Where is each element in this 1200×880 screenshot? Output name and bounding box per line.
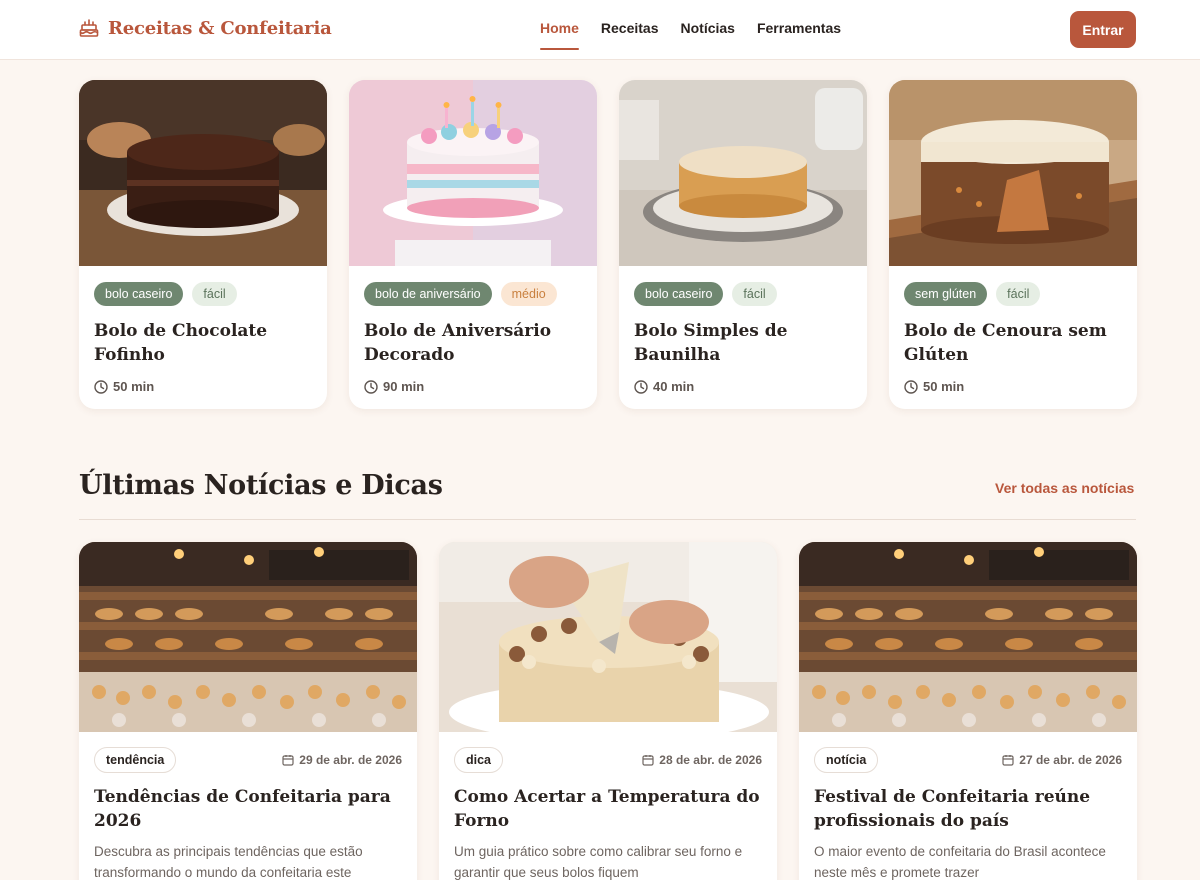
carrot-cake-image <box>889 80 1137 266</box>
chocolate-cake-image <box>79 80 327 266</box>
vanilla-cake-image <box>619 80 867 266</box>
news-card[interactable]: notícia 27 de abr. de 2026 Festival de C… <box>799 542 1137 880</box>
recipe-time: 50 min <box>904 379 1122 394</box>
recipe-time-value: 50 min <box>923 379 965 394</box>
difficulty-tag[interactable]: médio <box>500 282 557 306</box>
news-card[interactable]: tendência 29 de abr. de 2026 Tendências … <box>79 542 417 880</box>
recipe-title[interactable]: Bolo de Chocolate Fofinho <box>94 319 312 367</box>
clock-icon <box>364 379 378 394</box>
recipe-card[interactable]: bolo caseiro fácil Bolo de Chocolate Fof… <box>79 80 327 409</box>
bakery-shop-image <box>79 542 417 732</box>
news-date-value: 27 de abr. de 2026 <box>1019 753 1122 767</box>
recipe-time: 50 min <box>94 379 312 394</box>
brand-name: Receitas & Confeitaria <box>108 17 332 39</box>
news-excerpt: Um guia prático sobre como calibrar seu … <box>454 844 743 880</box>
calendar-icon <box>642 755 654 766</box>
difficulty-tag[interactable]: fácil <box>192 282 237 306</box>
news-title[interactable]: Tendências de Confeitaria para 2026 <box>94 785 402 833</box>
recipe-time-value: 40 min <box>653 379 695 394</box>
nav-item-receitas[interactable]: Receitas <box>601 20 659 44</box>
main-nav: Home Receitas Notícias Ferramentas <box>540 20 841 50</box>
recipe-grid: bolo caseiro fácil Bolo de Chocolate Fof… <box>79 80 1137 409</box>
cake-icon <box>79 19 99 37</box>
news-title[interactable]: Festival de Confeitaria reúne profission… <box>814 785 1122 833</box>
recipe-time-value: 90 min <box>383 379 425 394</box>
recipe-time: 90 min <box>364 379 582 394</box>
section-divider <box>79 519 1136 520</box>
recipe-card[interactable]: bolo de aniversário médio Bolo de Aniver… <box>349 80 597 409</box>
news-excerpt: O maior evento de confeitaria do Brasil … <box>814 844 1106 880</box>
calendar-icon <box>1002 755 1014 766</box>
news-date: 27 de abr. de 2026 <box>1002 753 1122 767</box>
login-button[interactable]: Entrar <box>1070 11 1136 48</box>
news-date-value: 29 de abr. de 2026 <box>299 753 402 767</box>
recipe-title[interactable]: Bolo Simples de Baunilha <box>634 319 852 367</box>
see-all-news-link[interactable]: Ver todas as notícias <box>995 480 1134 496</box>
recipe-title[interactable]: Bolo de Aniversário Decorado <box>364 319 582 367</box>
recipe-tag[interactable]: bolo de aniversário <box>364 282 492 306</box>
recipe-time: 40 min <box>634 379 852 394</box>
news-section-title: Últimas Notícias e Dicas <box>79 470 443 501</box>
recipe-tag[interactable]: sem glúten <box>904 282 988 306</box>
news-date: 29 de abr. de 2026 <box>282 753 402 767</box>
brand-logo[interactable]: Receitas & Confeitaria <box>79 17 332 39</box>
site-header: Receitas & Confeitaria Home Receitas Not… <box>0 0 1200 60</box>
recipe-tag[interactable]: bolo caseiro <box>634 282 724 306</box>
cake-decorating-image <box>439 542 777 732</box>
news-excerpt: Descubra as principais tendências que es… <box>94 844 363 880</box>
news-date-value: 28 de abr. de 2026 <box>659 753 762 767</box>
bakery-shop-image <box>799 542 1137 732</box>
nav-item-ferramentas[interactable]: Ferramentas <box>757 20 841 44</box>
nav-item-home[interactable]: Home <box>540 20 579 50</box>
recipe-time-value: 50 min <box>113 379 155 394</box>
news-category-tag[interactable]: notícia <box>814 747 879 773</box>
recipe-title[interactable]: Bolo de Cenoura sem Glúten <box>904 319 1122 367</box>
news-title[interactable]: Como Acertar a Temperatura do Forno <box>454 785 762 833</box>
calendar-icon <box>282 755 294 766</box>
recipe-tag[interactable]: bolo caseiro <box>94 282 184 306</box>
birthday-cake-image <box>349 80 597 266</box>
news-card[interactable]: dica 28 de abr. de 2026 Como Acertar a T… <box>439 542 777 880</box>
difficulty-tag[interactable]: fácil <box>996 282 1041 306</box>
clock-icon <box>904 379 918 394</box>
recipe-card[interactable]: bolo caseiro fácil Bolo Simples de Bauni… <box>619 80 867 409</box>
clock-icon <box>94 379 108 394</box>
news-category-tag[interactable]: dica <box>454 747 504 773</box>
recipe-card[interactable]: sem glúten fácil Bolo de Cenoura sem Glú… <box>889 80 1137 409</box>
news-date: 28 de abr. de 2026 <box>642 753 762 767</box>
difficulty-tag[interactable]: fácil <box>732 282 777 306</box>
clock-icon <box>634 379 648 394</box>
news-category-tag[interactable]: tendência <box>94 747 177 773</box>
news-grid: tendência 29 de abr. de 2026 Tendências … <box>79 542 1137 880</box>
nav-item-noticias[interactable]: Notícias <box>681 20 735 44</box>
